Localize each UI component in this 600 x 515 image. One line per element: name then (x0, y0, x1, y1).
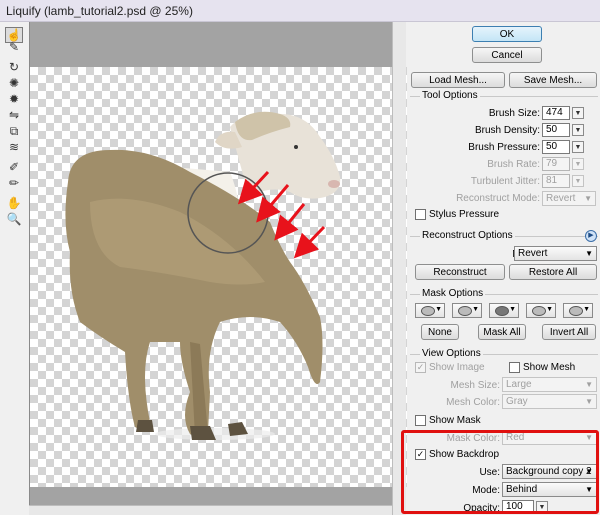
twirl-tool-icon[interactable]: ↻ (5, 59, 23, 75)
show-image-checkbox: ✓ (415, 362, 426, 373)
turbulence-tool-icon[interactable]: ≋ (5, 139, 23, 155)
chevron-down-icon: ▼ (472, 306, 479, 313)
brush-rate-label: Brush Rate: (487, 159, 540, 170)
mirror-tool-icon[interactable]: ⧉ (5, 123, 23, 139)
reconstruct-tool-icon[interactable]: ✎ (5, 39, 23, 55)
save-mesh-button[interactable]: Save Mesh... (509, 72, 597, 88)
lamb-image (65, 111, 341, 440)
show-mask-checkbox[interactable] (415, 415, 426, 426)
push-left-tool-icon[interactable]: ⇋ (5, 107, 23, 123)
turbulent-jitter-dropdown: ▼ (572, 175, 584, 187)
mesh-size-value: Large (506, 379, 532, 390)
mesh-size-label: Mesh Size: (450, 380, 500, 391)
chevron-down-icon: ▼ (584, 194, 592, 203)
mask-invert-selection-button[interactable]: ▼ (563, 303, 593, 318)
brush-density-dropdown[interactable]: ▼ (572, 124, 584, 136)
brush-pressure-label: Brush Pressure: (468, 142, 540, 153)
reconstruct-button[interactable]: Reconstruct (415, 264, 505, 280)
thaw-mask-tool-icon[interactable]: ✏ (5, 175, 23, 191)
mask-add-icon (458, 306, 472, 316)
show-image-label: Show Image (429, 362, 485, 373)
tool-options-title: Tool Options (420, 90, 480, 101)
mask-all-button[interactable]: Mask All (478, 324, 526, 340)
mask-invert-icon (569, 306, 583, 316)
arrow-3 (274, 203, 306, 241)
reconstruct-options-title: Reconstruct Options (420, 230, 515, 241)
turbulent-jitter-input: 81 (542, 174, 570, 188)
chevron-down-icon: ▼ (435, 306, 442, 313)
brush-pressure-dropdown[interactable]: ▼ (572, 141, 584, 153)
mesh-color-select: Gray ▼ (502, 394, 597, 409)
lamb-nose (328, 180, 340, 188)
reconstruct-mode-dropdown[interactable]: Revert ▼ (514, 246, 597, 261)
brush-rate-dropdown: ▼ (572, 158, 584, 170)
brush-size-dropdown[interactable]: ▼ (572, 107, 584, 119)
chevron-down-icon: ▼ (585, 380, 593, 389)
pucker-tool-icon[interactable]: ✺ (5, 75, 23, 91)
mask-replace-icon (421, 306, 435, 316)
reconstruct-mode-current: Revert (518, 248, 548, 259)
mask-intersect-selection-button[interactable]: ▼ (526, 303, 556, 318)
chevron-down-icon: ▼ (585, 249, 593, 258)
mesh-color-label: Mesh Color: (446, 397, 500, 408)
stylus-pressure-label: Stylus Pressure (429, 209, 500, 220)
arrow-4 (293, 225, 326, 259)
mask-add-selection-button[interactable]: ▼ (452, 303, 482, 318)
brush-density-input[interactable]: 50 (542, 123, 570, 137)
restore-all-button[interactable]: Restore All (509, 264, 597, 280)
mesh-size-select: Large ▼ (502, 377, 597, 392)
tool-palette: ☝ ✎ ↻ ✺ ✹ ⇋ ⧉ ≋ ✐ ✏ ✋ 🔍 (0, 22, 28, 515)
bloat-tool-icon[interactable]: ✹ (5, 91, 23, 107)
preview-canvas[interactable] (29, 22, 407, 515)
backdrop-highlight-box (401, 430, 599, 514)
mask-none-button[interactable]: None (421, 324, 459, 340)
turbulent-jitter-label: Turbulent Jitter: (470, 176, 540, 187)
brush-density-label: Brush Density: (474, 125, 540, 136)
hand-tool-icon[interactable]: ✋ (5, 195, 23, 211)
load-mesh-button[interactable]: Load Mesh... (411, 72, 505, 88)
lamb-hoof-2 (228, 422, 248, 436)
stylus-pressure-checkbox[interactable] (415, 209, 426, 220)
mask-subtract-icon (495, 306, 509, 316)
ok-button[interactable]: OK (472, 26, 542, 42)
chevron-down-icon: ▼ (585, 397, 593, 406)
mask-replace-selection-button[interactable]: ▼ (415, 303, 445, 318)
brush-pressure-input[interactable]: 50 (542, 140, 570, 154)
brush-size-label: Brush Size: (488, 108, 540, 119)
show-mesh-label: Show Mesh (523, 362, 576, 373)
zoom-tool-icon[interactable]: 🔍 (5, 211, 23, 227)
show-mesh-checkbox[interactable] (509, 362, 520, 373)
brush-size-input[interactable]: 474 (542, 106, 570, 120)
mesh-color-value: Gray (506, 396, 528, 407)
chevron-down-icon: ▼ (583, 306, 590, 313)
reconstruct-mode-select: Revert ▼ (542, 191, 596, 206)
freeze-mask-tool-icon[interactable]: ✐ (5, 159, 23, 175)
view-options-title: View Options (420, 348, 483, 359)
chevron-down-icon: ▼ (546, 306, 553, 313)
lamb-eye (294, 145, 298, 149)
lamb-hoof-3 (136, 420, 154, 432)
reconstruct-mode-label: Reconstruct Mode: (456, 193, 540, 204)
window-title: Liquify (lamb_tutorial2.psd @ 25%) (6, 4, 193, 18)
mask-intersect-icon (532, 306, 546, 316)
mask-options-title: Mask Options (420, 288, 486, 299)
mask-subtract-selection-button[interactable]: ▼ (489, 303, 519, 318)
play-icon[interactable]: ▶ (585, 230, 597, 242)
reconstruct-mode-value: Revert (546, 193, 576, 204)
cancel-button[interactable]: Cancel (472, 47, 542, 63)
title-bar: Liquify (lamb_tutorial2.psd @ 25%) (0, 0, 600, 22)
chevron-down-icon: ▼ (509, 306, 516, 313)
brush-rate-input: 79 (542, 157, 570, 171)
invert-all-button[interactable]: Invert All (542, 324, 596, 340)
horizontal-scrollbar[interactable] (29, 505, 392, 515)
show-mask-label: Show Mask (429, 415, 481, 426)
